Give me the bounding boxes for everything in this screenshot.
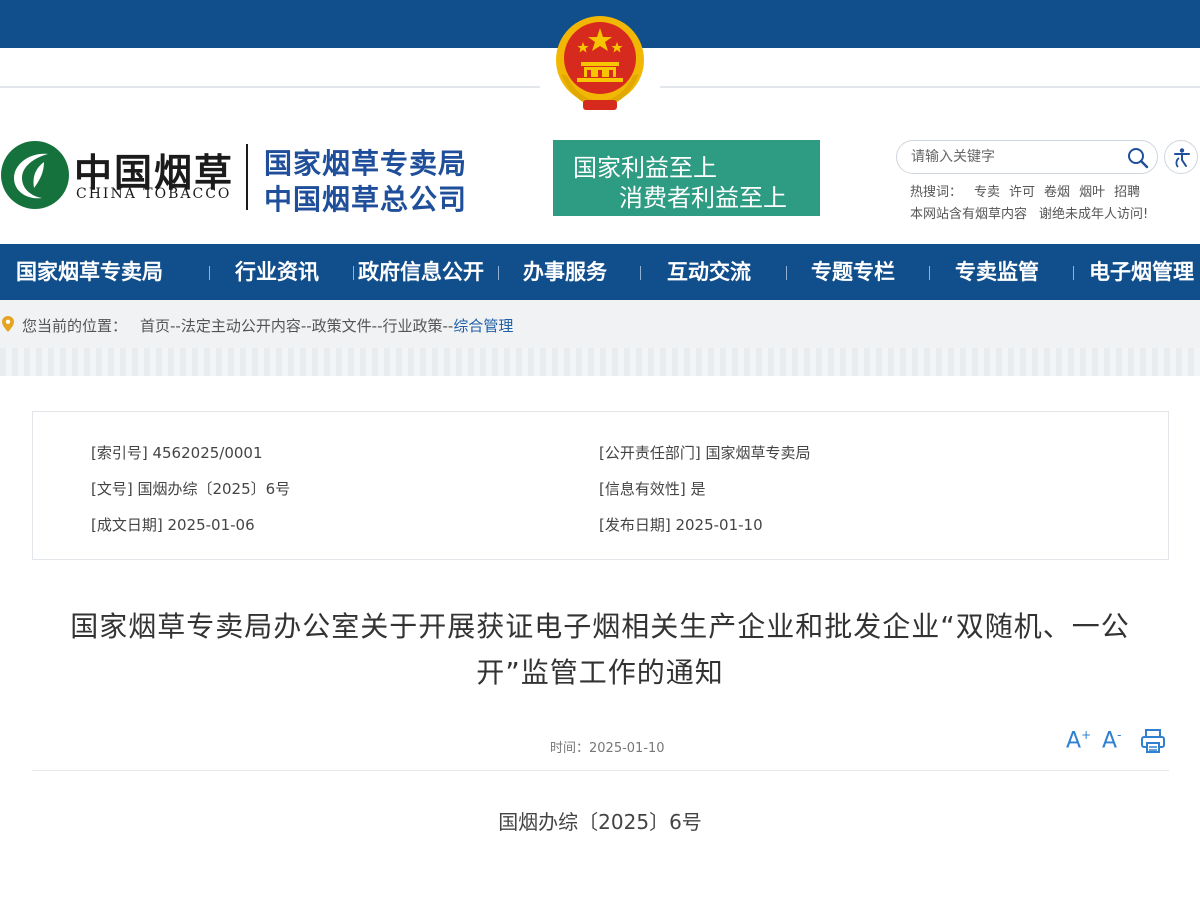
- nav-item-supervision[interactable]: 专卖监管: [955, 244, 1039, 300]
- article-title: 国家烟草专卖局办公室关于开展获证电子烟相关生产企业和批发企业“双随机、一公开”监…: [70, 610, 1130, 689]
- nav-item-topics[interactable]: 专题专栏: [811, 244, 895, 300]
- breadcrumb-label: 您当前的位置：: [22, 317, 128, 335]
- font-decrease-icon[interactable]: A-: [1102, 728, 1121, 753]
- nav-item-gov-info[interactable]: 政府信息公开: [358, 244, 484, 300]
- hot-word-link[interactable]: 专卖: [974, 185, 1000, 200]
- accessibility-button[interactable]: [1164, 140, 1198, 174]
- header-divider-right: [660, 86, 1200, 88]
- site-logo[interactable]: 中国烟草 CHINA TOBACCO 国家烟草专卖局 中国烟草总公司: [0, 140, 480, 216]
- nav-separator: [498, 266, 499, 280]
- breadcrumb-links[interactable]: 首页--法定主动公开内容--政策文件--行业政策--: [140, 317, 453, 335]
- header-divider-left: [0, 86, 540, 88]
- article-doc-number: 国烟办综〔2025〕6号: [498, 810, 702, 834]
- nav-item-services[interactable]: 办事服务: [523, 244, 607, 300]
- font-increase-icon[interactable]: A+: [1066, 728, 1091, 753]
- info-written-date: [成文日期] 2025-01-06: [91, 516, 255, 534]
- hot-words: 热搜词： 专卖 许可 卷烟 烟叶 招聘: [910, 181, 1149, 200]
- hot-word-link[interactable]: 招聘: [1114, 185, 1140, 200]
- logo-org-line1: 国家烟草专卖局: [264, 147, 468, 180]
- search-box: [896, 140, 1158, 174]
- search-input[interactable]: [911, 147, 1111, 167]
- search-icon[interactable]: [1127, 147, 1149, 169]
- nav-separator: [929, 266, 930, 280]
- national-emblem-icon: [553, 14, 647, 112]
- logo-name-en: CHINA TOBACCO: [76, 186, 232, 202]
- notice-right: 谢绝未成年人访问!: [1039, 207, 1149, 222]
- nav-separator: [353, 266, 354, 280]
- info-publish-date: [发布日期] 2025-01-10: [599, 516, 763, 534]
- nav-separator: [209, 266, 210, 280]
- info-department: [公开责任部门] 国家烟草专卖局: [599, 444, 811, 462]
- decorative-band: [0, 348, 1200, 376]
- hot-word-link[interactable]: 烟叶: [1079, 185, 1105, 200]
- nav-item-ecig[interactable]: 电子烟管理: [1089, 244, 1194, 300]
- article-divider: [32, 770, 1169, 771]
- tobacco-leaf-logo-icon: [0, 140, 70, 210]
- nav-separator: [640, 266, 641, 280]
- info-index-no: [索引号] 4562025/0001: [91, 444, 263, 462]
- time-label: 时间：: [550, 741, 590, 756]
- notice-left: 本网站含有烟草内容: [910, 207, 1028, 222]
- hot-word-link[interactable]: 卷烟: [1044, 185, 1070, 200]
- document-info-box: [索引号] 4562025/0001 [公开责任部门] 国家烟草专卖局 [文号]…: [32, 411, 1169, 560]
- location-pin-icon: [2, 316, 14, 336]
- hot-word-link[interactable]: 许可: [1009, 185, 1035, 200]
- hot-words-label: 热搜词：: [910, 185, 963, 200]
- main-nav: 国家烟草专卖局 行业资讯 政府信息公开 办事服务 互动交流 专题专栏 专卖监管 …: [0, 244, 1200, 300]
- nav-item-industry-news[interactable]: 行业资讯: [235, 244, 319, 300]
- breadcrumb-current[interactable]: 综合管理: [453, 317, 513, 335]
- slogan-line2: 消费者利益至上: [619, 184, 787, 212]
- breadcrumb-path: 首页--法定主动公开内容--政策文件--行业政策--综合管理: [140, 315, 513, 336]
- nav-separator: [1073, 266, 1074, 280]
- nav-item-tobacco-bureau[interactable]: 国家烟草专卖局: [16, 244, 163, 300]
- logo-org-line2: 中国烟草总公司: [264, 183, 468, 216]
- minor-notice: 本网站含有烟草内容 谢绝未成年人访问!: [910, 203, 1148, 222]
- info-validity: [信息有效性] 是: [599, 480, 706, 498]
- print-icon[interactable]: [1140, 728, 1166, 760]
- nav-separator: [786, 266, 787, 280]
- slogan-banner: 国家利益至上 消费者利益至上: [553, 140, 820, 216]
- article-time: 时间：2025-01-10: [550, 737, 665, 756]
- accessibility-icon: [1174, 148, 1190, 168]
- logo-divider: [246, 144, 248, 210]
- nav-item-interaction[interactable]: 互动交流: [667, 244, 751, 300]
- time-value: 2025-01-10: [589, 741, 665, 756]
- breadcrumb: 您当前的位置： 首页--法定主动公开内容--政策文件--行业政策--综合管理: [0, 300, 1200, 348]
- info-doc-no: [文号] 国烟办综〔2025〕6号: [91, 480, 291, 498]
